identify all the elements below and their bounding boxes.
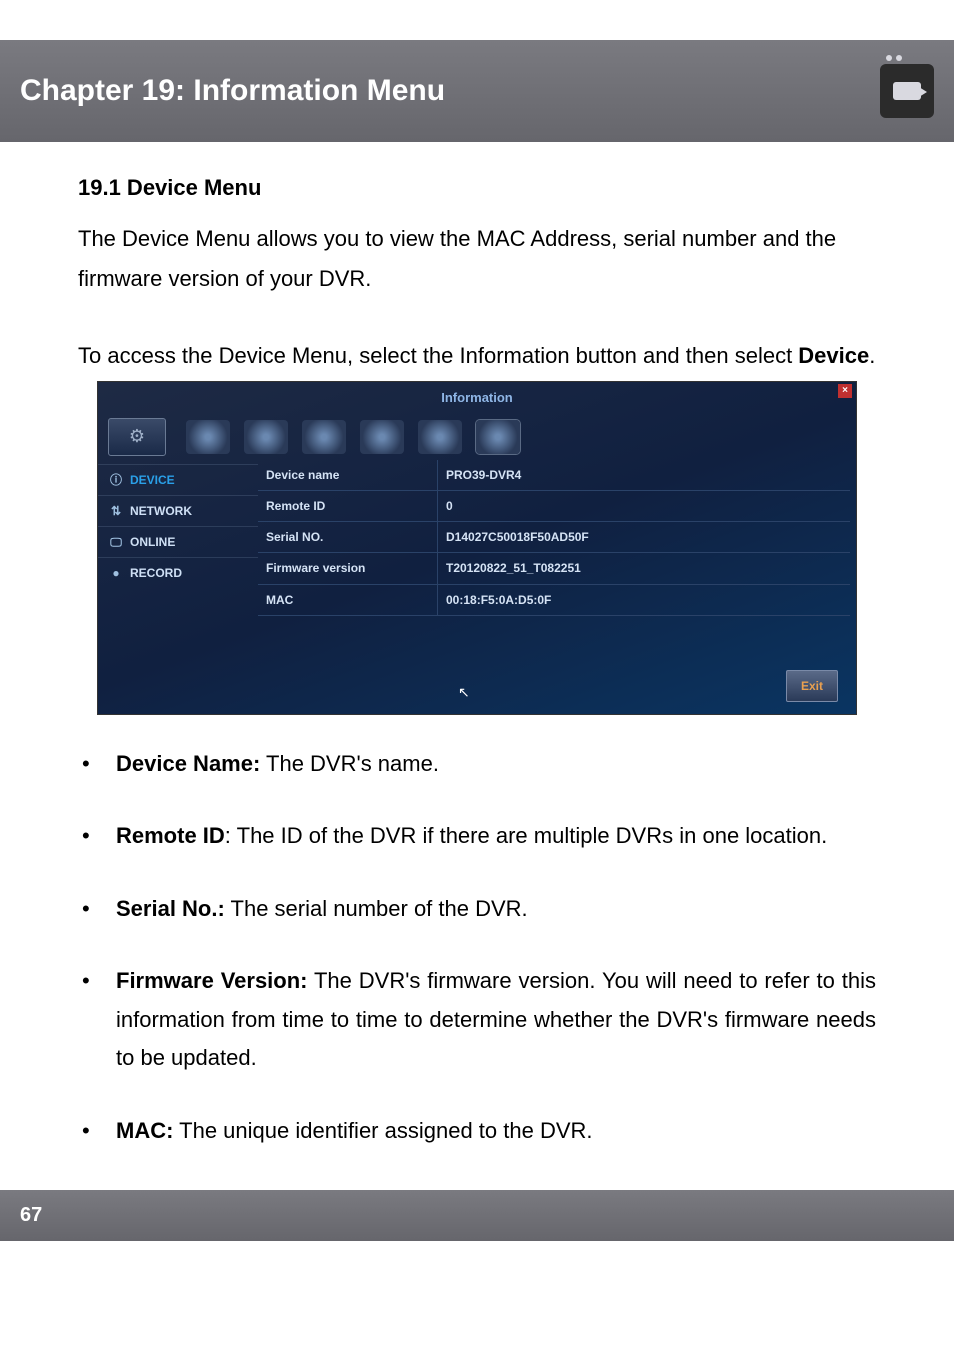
definition: The DVR's name. [260,751,439,776]
term: Remote ID [116,823,225,848]
table-row: Device name PRO39-DVR4 [258,460,850,491]
table-row: Firmware version T20120822_51_T082251 [258,553,850,584]
row-key: Remote ID [258,491,438,521]
exit-button[interactable]: Exit [786,670,838,702]
thumb-icon[interactable] [418,420,462,454]
row-key: Firmware version [258,553,438,583]
cursor-icon: ↖ [458,680,470,706]
definition: : The ID of the DVR if there are multipl… [225,823,827,848]
row-value: T20120822_51_T082251 [438,553,850,583]
term: MAC: [116,1118,173,1143]
window-title-text: Information [441,390,513,405]
row-value: 0 [438,491,850,521]
sidebar-item-label: NETWORK [130,500,192,522]
page-number: 67 [20,1204,42,1226]
access-text-bold: Device [798,343,869,368]
table-row: Remote ID 0 [258,491,850,522]
page-footer: 67 [0,1190,954,1241]
sidebar-item-online[interactable]: 🖵 ONLINE [98,526,258,557]
chapter-header: Chapter 19: Information Menu [0,40,954,142]
table-row: Serial NO. D14027C50018F50AD50F [258,522,850,553]
thumb-icon[interactable] [476,420,520,454]
page-content: 19.1 Device Menu The Device Menu allows … [0,142,954,1150]
access-text-post: . [869,343,875,368]
chapter-title: Chapter 19: Information Menu [20,74,445,108]
camera-icon [880,64,934,118]
row-key: MAC [258,585,438,615]
dvr-screenshot: Information × ⚙ ⓘ DEVICE ⇅ [97,381,857,715]
thumb-icon[interactable] [302,420,346,454]
toolbar-icons: ⚙ [98,414,856,460]
definition: The unique identifier assigned to the DV… [173,1118,592,1143]
info-table: Device name PRO39-DVR4 Remote ID 0 Seria… [258,460,856,714]
sidebar-item-network[interactable]: ⇅ NETWORK [98,495,258,526]
definition: The serial number of the DVR. [225,896,528,921]
thumb-icon[interactable] [244,420,288,454]
list-item: Serial No.: The serial number of the DVR… [116,890,876,929]
term: Device Name: [116,751,260,776]
row-key: Device name [258,460,438,490]
list-item: Firmware Version: The DVR's firmware ver… [116,962,876,1078]
term: Serial No.: [116,896,225,921]
network-icon: ⇅ [108,504,124,518]
window-title: Information × [98,382,856,414]
toolbar-home-icon[interactable]: ⚙ [108,418,166,456]
table-row: MAC 00:18:F5:0A:D5:0F [258,585,850,616]
close-icon[interactable]: × [838,384,852,398]
thumb-icon[interactable] [186,420,230,454]
sidebar-item-label: RECORD [130,562,182,584]
monitor-icon: 🖵 [108,535,124,549]
thumb-icon[interactable] [360,420,404,454]
info-icon: ⓘ [108,473,124,487]
definition-list: Device Name: The DVR's name. Remote ID: … [78,745,876,1151]
record-icon: ● [108,566,124,580]
sidebar-item-label: ONLINE [130,531,175,553]
row-value: 00:18:F5:0A:D5:0F [438,585,850,615]
list-item: MAC: The unique identifier assigned to t… [116,1112,876,1151]
access-paragraph: To access the Device Menu, select the In… [78,336,876,377]
sidebar: ⓘ DEVICE ⇅ NETWORK 🖵 ONLINE ● RECORD [98,460,258,714]
row-key: Serial NO. [258,522,438,552]
row-value: PRO39-DVR4 [438,460,850,490]
sidebar-item-device[interactable]: ⓘ DEVICE [98,464,258,495]
sidebar-item-label: DEVICE [130,469,175,491]
section-heading: 19.1 Device Menu [78,168,876,209]
access-text-pre: To access the Device Menu, select the In… [78,343,798,368]
intro-paragraph: The Device Menu allows you to view the M… [78,219,876,300]
list-item: Remote ID: The ID of the DVR if there ar… [116,817,876,856]
sidebar-item-record[interactable]: ● RECORD [98,557,258,588]
term: Firmware Version: [116,968,308,993]
list-item: Device Name: The DVR's name. [116,745,876,784]
row-value: D14027C50018F50AD50F [438,522,850,552]
